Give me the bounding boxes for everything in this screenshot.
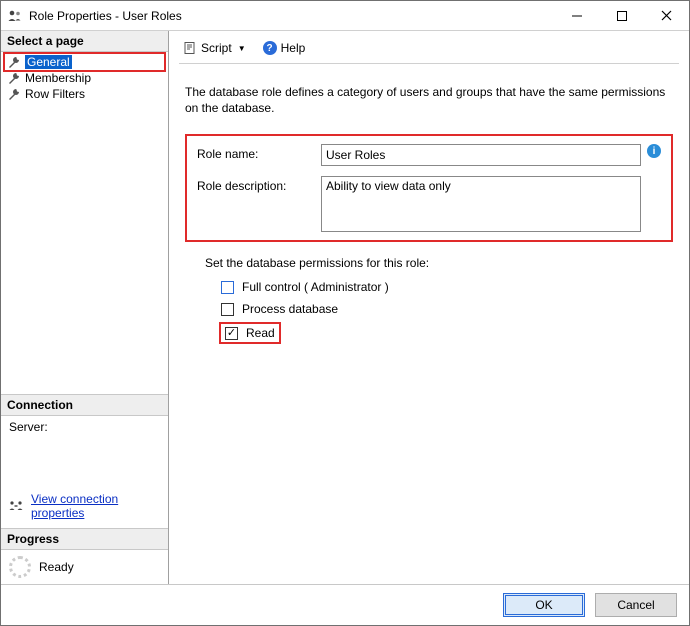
- info-icon[interactable]: i: [647, 144, 661, 158]
- close-button[interactable]: [644, 1, 689, 30]
- cancel-button[interactable]: Cancel: [595, 593, 677, 617]
- perm-read[interactable]: Read: [219, 322, 281, 344]
- ok-button[interactable]: OK: [503, 593, 585, 617]
- role-desc-input[interactable]: [321, 176, 641, 232]
- server-label: Server:: [9, 420, 160, 434]
- role-name-label: Role name:: [197, 144, 321, 161]
- chevron-down-icon: ▼: [238, 44, 246, 53]
- page-item-row-filters[interactable]: Row Filters: [5, 86, 164, 102]
- page-item-membership[interactable]: Membership: [5, 70, 164, 86]
- toolbar: Script ▼ ? Help: [179, 37, 679, 64]
- checkbox-checked-icon[interactable]: [225, 327, 238, 340]
- permissions-section: Set the database permissions for this ro…: [185, 256, 673, 352]
- connection-icon: [9, 499, 25, 513]
- page-label: General: [25, 55, 72, 69]
- script-button[interactable]: Script ▼: [179, 39, 250, 57]
- role-properties-dialog: Role Properties - User Roles Select a pa…: [0, 0, 690, 626]
- perm-full-control[interactable]: Full control ( Administrator ): [221, 280, 673, 294]
- minimize-button[interactable]: [554, 1, 599, 30]
- connection-header: Connection: [1, 394, 168, 416]
- perm-label: Process database: [242, 302, 338, 316]
- progress-status: Ready: [39, 560, 74, 574]
- intro-text: The database role defines a category of …: [185, 84, 669, 116]
- page-label: Row Filters: [25, 87, 85, 101]
- progress-header: Progress: [1, 528, 168, 550]
- right-pane: Script ▼ ? Help The database role define…: [169, 31, 689, 584]
- role-name-input[interactable]: [321, 144, 641, 166]
- progress-spinner-icon: [9, 556, 31, 578]
- script-label: Script: [201, 41, 232, 55]
- titlebar: Role Properties - User Roles: [1, 1, 689, 31]
- permissions-title: Set the database permissions for this ro…: [205, 256, 673, 270]
- maximize-button[interactable]: [599, 1, 644, 30]
- script-icon: [183, 41, 197, 55]
- role-desc-label: Role description:: [197, 176, 321, 193]
- role-icon: [7, 8, 23, 24]
- page-list: General Membership Row Filters: [1, 52, 168, 104]
- checkbox-icon[interactable]: [221, 303, 234, 316]
- perm-label: Full control ( Administrator ): [242, 280, 389, 294]
- wrench-icon: [7, 71, 21, 85]
- progress-body: Ready: [1, 550, 168, 584]
- wrench-icon: [7, 55, 21, 69]
- checkbox-icon[interactable]: [221, 281, 234, 294]
- view-connection-properties-link[interactable]: View connection properties: [31, 492, 160, 520]
- select-page-header: Select a page: [1, 31, 168, 52]
- page-item-general[interactable]: General: [3, 52, 166, 72]
- perm-process-database[interactable]: Process database: [221, 302, 673, 316]
- help-button[interactable]: ? Help: [259, 39, 310, 57]
- left-pane: Select a page General Membership Row Fil…: [1, 31, 169, 584]
- help-icon: ?: [263, 41, 277, 55]
- connection-body: Server:: [1, 416, 168, 488]
- wrench-icon: [7, 87, 21, 101]
- perm-label: Read: [246, 326, 275, 340]
- page-label: Membership: [25, 71, 91, 85]
- window-title: Role Properties - User Roles: [29, 9, 554, 23]
- window-controls: [554, 1, 689, 30]
- dialog-footer: OK Cancel: [1, 584, 689, 625]
- help-label: Help: [281, 41, 306, 55]
- role-form: Role name: i Role description:: [185, 134, 673, 242]
